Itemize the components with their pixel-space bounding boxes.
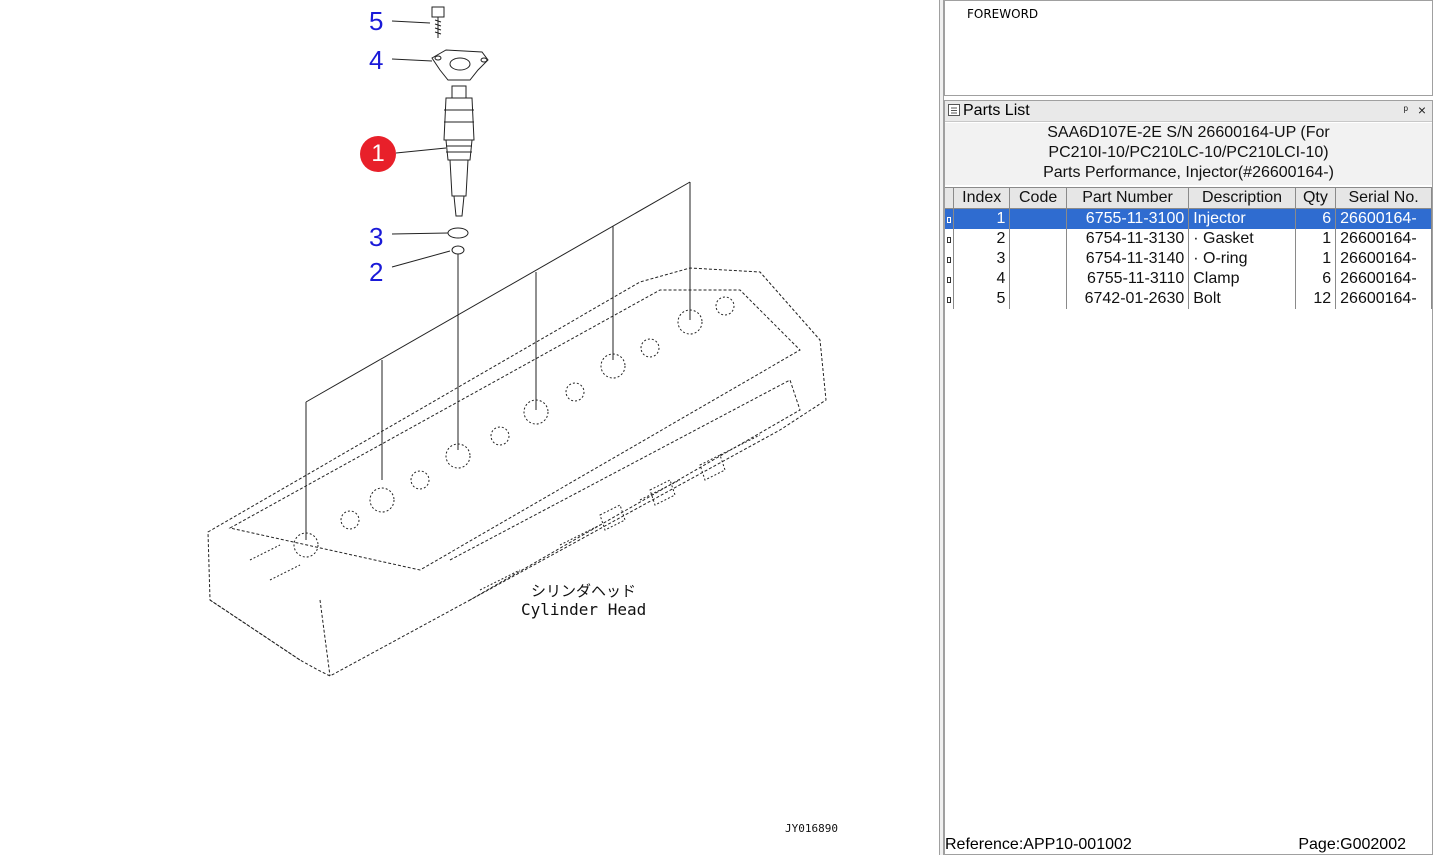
parts-list-title: Parts List [963, 102, 1030, 119]
cell-serial: 26600164- [1335, 269, 1432, 289]
cell-serial: 26600164- [1335, 289, 1432, 309]
column-header-part-number[interactable]: Part Number [1066, 187, 1190, 209]
column-header-marker [945, 187, 954, 209]
cell-description: · O-ring [1188, 249, 1296, 269]
cell-description: Injector [1188, 208, 1296, 229]
column-header-serial[interactable]: Serial No. [1335, 187, 1432, 209]
drawing-id: JY016890 [785, 822, 838, 835]
cell-code [1009, 289, 1067, 309]
injector-part [443, 85, 475, 217]
callout-4[interactable]: 4 [369, 47, 383, 73]
cell-qty: 12 [1295, 289, 1337, 309]
callout-5[interactable]: 5 [369, 8, 383, 34]
row-marker-icon [945, 269, 954, 289]
callout-1-active[interactable]: 1 [360, 136, 396, 172]
cell-index: 4 [953, 269, 1011, 289]
heading-line: PC210I-10/PC210LC-10/PC210LCI-10) [1048, 144, 1329, 161]
cell-description: Bolt [1188, 289, 1296, 309]
cell-serial: 26600164- [1335, 249, 1432, 269]
cell-index: 2 [953, 229, 1011, 249]
exploded-view-drawing [207, 6, 827, 677]
cell-part-number: 6754-11-3130 [1066, 229, 1190, 249]
table-row[interactable]: 4 6755-11-3110 Clamp 6 26600164- [945, 269, 1432, 289]
cell-qty: 1 [1295, 229, 1337, 249]
column-header-description[interactable]: Description [1188, 187, 1296, 209]
clamp-part [431, 49, 489, 81]
o-ring-part [447, 227, 469, 239]
row-marker-icon [945, 249, 954, 269]
row-marker-icon [945, 289, 954, 309]
callout-3[interactable]: 3 [369, 224, 383, 250]
gasket-part [451, 245, 465, 255]
heading-line: Parts Performance, Injector(#26600164-) [1043, 164, 1334, 181]
cell-index: 3 [953, 249, 1011, 269]
page-label: Page:G002002 [1298, 836, 1406, 853]
caption-english: Cylinder Head [521, 600, 647, 619]
toc-pane[interactable]: FOREWORD [944, 0, 1433, 96]
callout-2[interactable]: 2 [369, 259, 383, 285]
pin-icon[interactable]: ᵖ [1403, 103, 1408, 117]
cell-code [1009, 229, 1067, 249]
table-row[interactable]: 3 6754-11-3140 · O-ring 1 26600164- [945, 249, 1432, 269]
heading-line: SAA6D107E-2E S/N 26600164-UP (For [1047, 124, 1330, 141]
cell-description: · Gasket [1188, 229, 1296, 249]
caption-japanese: シリンダヘッド [531, 582, 637, 600]
parts-table: Index Code Part Number Description Qty S… [945, 187, 1432, 309]
parts-list-icon [948, 104, 960, 116]
status-bar: Reference:APP10-001002 Page:G002002 [945, 836, 1432, 854]
cell-description: Clamp [1188, 269, 1296, 289]
cell-part-number: 6755-11-3110 [1066, 269, 1190, 289]
parts-list-panel: Parts List ᵖ × SAA6D107E-2E S/N 26600164… [944, 100, 1433, 855]
cell-qty: 6 [1295, 269, 1337, 289]
parts-list-heading: SAA6D107E-2E S/N 26600164-UP (For PC210I… [945, 123, 1432, 185]
cell-qty: 6 [1295, 208, 1337, 229]
row-marker-icon [945, 229, 954, 249]
toc-item-foreword[interactable]: FOREWORD [967, 7, 1038, 21]
table-row[interactable]: 2 6754-11-3130 · Gasket 1 26600164- [945, 229, 1432, 249]
cell-part-number: 6754-11-3140 [1066, 249, 1190, 269]
cell-qty: 1 [1295, 249, 1337, 269]
parts-list-header: Parts List ᵖ × [945, 101, 1432, 122]
cell-index: 5 [953, 289, 1011, 309]
column-header-code[interactable]: Code [1009, 187, 1067, 209]
close-icon[interactable]: × [1418, 102, 1426, 118]
table-header-row: Index Code Part Number Description Qty S… [945, 187, 1432, 209]
column-header-index[interactable]: Index [953, 187, 1011, 209]
bolt-part [431, 6, 445, 38]
cell-index: 1 [953, 208, 1011, 229]
row-marker-icon [945, 208, 954, 229]
cell-code [1009, 249, 1067, 269]
cell-part-number: 6755-11-3100 [1066, 208, 1190, 229]
cell-serial: 26600164- [1335, 208, 1432, 229]
cell-code [1009, 208, 1067, 229]
cell-part-number: 6742-01-2630 [1066, 289, 1190, 309]
parts-drawing-pane[interactable]: 5 4 1 3 2 シリンダヘッド Cylinder Head JY016890 [0, 0, 939, 855]
column-header-qty[interactable]: Qty [1295, 187, 1337, 209]
table-row[interactable]: 1 6755-11-3100 Injector 6 26600164- [945, 208, 1432, 229]
cylinder-head-outline [207, 267, 827, 677]
cell-serial: 26600164- [1335, 229, 1432, 249]
table-row[interactable]: 5 6742-01-2630 Bolt 12 26600164- [945, 289, 1432, 309]
cell-code [1009, 269, 1067, 289]
reference-label: Reference:APP10-001002 [945, 836, 1132, 853]
